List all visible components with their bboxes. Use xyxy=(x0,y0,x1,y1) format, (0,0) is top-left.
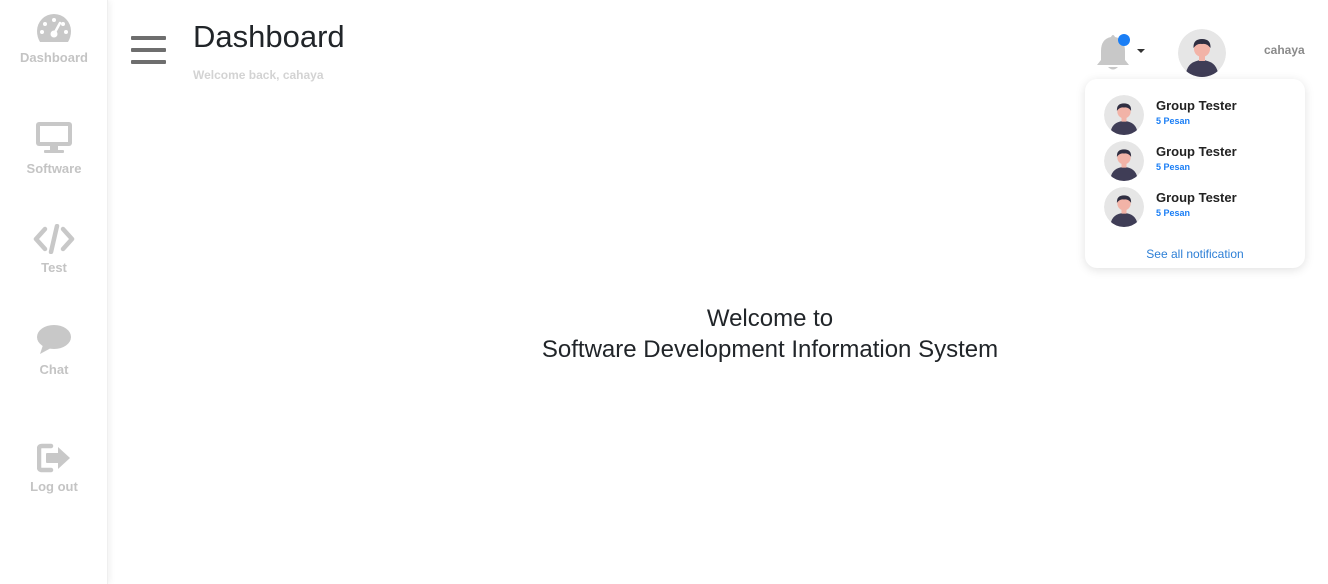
sidebar-item-label: Log out xyxy=(30,479,78,494)
avatar-icon xyxy=(1104,141,1144,181)
sidebar-item-chat[interactable]: Chat xyxy=(0,324,108,377)
avatar xyxy=(1104,95,1144,135)
logout-icon xyxy=(37,443,70,473)
sidebar-item-logout[interactable]: Log out xyxy=(0,443,108,494)
sidebar-item-label: Dashboard xyxy=(20,50,88,65)
code-icon xyxy=(33,224,75,254)
chat-bubble-icon xyxy=(37,325,71,354)
sidebar: Dashboard Software Test Chat Log out xyxy=(0,0,108,584)
see-all-notifications-link[interactable]: See all notification xyxy=(1085,247,1305,261)
notification-dot xyxy=(1118,34,1130,46)
avatar xyxy=(1104,141,1144,181)
notification-dropdown: Group Tester 5 Pesan Group Tester 5 Pesa… xyxy=(1085,79,1305,268)
avatar-icon xyxy=(1104,187,1144,227)
page-title: Dashboard xyxy=(193,19,345,54)
welcome-line-1: Welcome to xyxy=(706,305,834,332)
notification-count: 5 Pesan xyxy=(1156,162,1191,172)
notification-title: Group Tester xyxy=(1156,98,1237,113)
menu-bar xyxy=(131,60,166,64)
notification-title: Group Tester xyxy=(1156,144,1237,159)
avatar-icon xyxy=(1104,95,1144,135)
welcome-message: Welcome to Software Development Informat… xyxy=(420,303,1120,365)
notification-title: Group Tester xyxy=(1156,190,1237,205)
notification-count: 5 Pesan xyxy=(1156,208,1191,218)
user-avatar[interactable] xyxy=(1178,29,1226,77)
avatar-icon xyxy=(1178,29,1226,77)
sidebar-item-label: Software xyxy=(26,161,82,176)
username[interactable]: cahaya xyxy=(1264,43,1305,57)
sidebar-item-test[interactable]: Test xyxy=(0,224,108,275)
page-subtitle: Welcome back, cahaya xyxy=(193,68,324,82)
notification-item[interactable]: Group Tester 5 Pesan xyxy=(1104,141,1294,183)
sidebar-item-software[interactable]: Software xyxy=(0,121,108,176)
welcome-line-2: Software Development Information System xyxy=(541,336,999,363)
menu-bar xyxy=(131,36,166,40)
caret-down-icon xyxy=(1137,49,1145,53)
sidebar-item-label: Test xyxy=(41,260,67,275)
speedometer-icon xyxy=(37,14,71,42)
notification-count: 5 Pesan xyxy=(1156,116,1191,126)
notification-item[interactable]: Group Tester 5 Pesan xyxy=(1104,95,1294,137)
sidebar-item-dashboard[interactable]: Dashboard xyxy=(0,12,108,65)
menu-bar xyxy=(131,48,166,52)
sidebar-item-label: Chat xyxy=(39,362,69,377)
monitor-icon xyxy=(36,122,72,153)
notification-item[interactable]: Group Tester 5 Pesan xyxy=(1104,187,1294,229)
hamburger-menu-button[interactable] xyxy=(131,36,167,68)
avatar xyxy=(1104,187,1144,227)
notification-bell-button[interactable] xyxy=(1094,32,1145,72)
